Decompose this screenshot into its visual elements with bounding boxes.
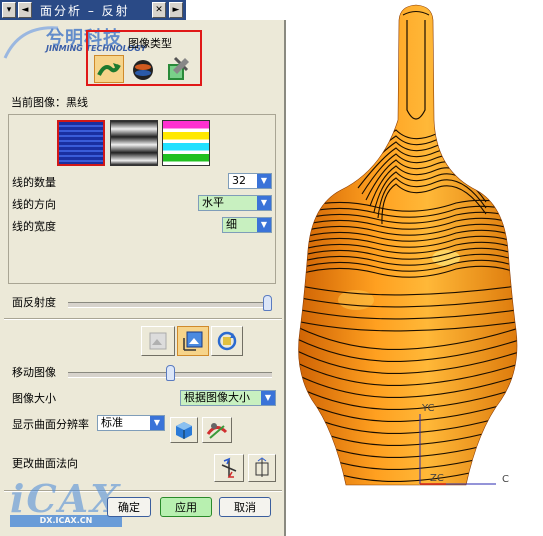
chevron-down-icon: ▼ [261, 391, 275, 405]
cube-icon [176, 422, 192, 439]
user-image-button[interactable] [165, 56, 191, 82]
user-image-icon [168, 56, 189, 80]
chevron-down-icon: ▼ [257, 174, 271, 188]
move-image-slider-thumb[interactable] [165, 365, 175, 381]
swatch-gray-bands[interactable] [110, 120, 158, 166]
normal-label: 更改曲面法向 [12, 457, 78, 470]
move-image-label: 移动图像 [12, 366, 56, 379]
apply-button[interactable]: 应用 [160, 497, 212, 517]
surface-resolution-button[interactable] [202, 417, 232, 443]
environment-image-button[interactable] [131, 58, 155, 82]
chevron-down-icon: ▼ [150, 416, 164, 430]
current-image-label: 当前图像：黑线 [11, 96, 88, 109]
image-size-label: 图像大小 [12, 392, 56, 405]
image-fixed-icon [149, 332, 167, 350]
line-direction-select[interactable]: 水平 ▼ [198, 195, 272, 211]
image-move-icon [183, 331, 203, 351]
resolution-value: 标准 [101, 416, 123, 429]
nav-next-icon: ► [172, 4, 180, 15]
image-rotate-icon [217, 331, 237, 351]
line-width-label: 线的宽度 [12, 220, 56, 233]
line-direction-value: 水平 [202, 196, 224, 209]
window-title: 面分析 – 反射 [40, 4, 130, 18]
ok-button[interactable]: 确定 [107, 497, 151, 517]
flip-normal-icon [221, 457, 237, 478]
nav-next-button[interactable]: ► [169, 2, 183, 18]
image-size-value: 根据图像大小 [184, 391, 250, 404]
flip-normal-button[interactable] [214, 454, 244, 482]
reflectivity-label: 面反射度 [12, 296, 56, 309]
vase-model [298, 4, 518, 486]
chevron-down-icon: ▼ [257, 196, 271, 210]
image-rotate-button[interactable] [211, 326, 243, 356]
graphics-viewport[interactable]: YC ZC C [286, 0, 543, 536]
separator [4, 318, 282, 320]
scene-image-button[interactable] [94, 55, 124, 83]
nav-prev-icon: ◄ [21, 4, 29, 15]
line-width-select[interactable]: 细 ▼ [222, 217, 272, 233]
normal-options-button[interactable] [248, 454, 276, 482]
line-count-select[interactable]: 32 ▼ [228, 173, 272, 189]
swatch-black-lines[interactable] [57, 120, 105, 166]
reflectivity-slider-thumb[interactable] [263, 295, 272, 311]
scene-image-icon [97, 63, 121, 76]
resolution-label: 显示曲面分辨率 [12, 418, 89, 431]
line-count-label: 线的数量 [12, 176, 56, 189]
line-width-value: 细 [226, 218, 237, 231]
line-count-value: 32 [232, 174, 246, 187]
close-button[interactable]: ✕ [152, 2, 166, 18]
axis-xc-label: C [502, 474, 509, 485]
reflectivity-slider[interactable] [68, 302, 272, 308]
shaded-display-button[interactable] [170, 417, 198, 443]
image-fixed-button[interactable] [141, 326, 175, 356]
normal-options-icon [255, 457, 269, 477]
nav-prev-button[interactable]: ◄ [18, 2, 32, 18]
swatch-color-bands[interactable] [162, 120, 210, 166]
cancel-button[interactable]: 取消 [219, 497, 271, 517]
image-size-select[interactable]: 根据图像大小 ▼ [180, 390, 276, 406]
system-menu-icon[interactable]: ▾ [2, 2, 16, 18]
surface-settings-icon [206, 423, 228, 439]
line-direction-label: 线的方向 [12, 198, 56, 211]
chevron-down-icon: ▼ [257, 218, 271, 232]
axis-zc-label: ZC [430, 473, 444, 484]
resolution-select[interactable]: 标准 ▼ [97, 415, 165, 431]
brand-url: DX.ICAX.CN [10, 515, 122, 527]
image-move-button[interactable] [177, 326, 209, 356]
axis-yc-label: YC [422, 403, 435, 414]
environment-image-icon [133, 60, 153, 80]
